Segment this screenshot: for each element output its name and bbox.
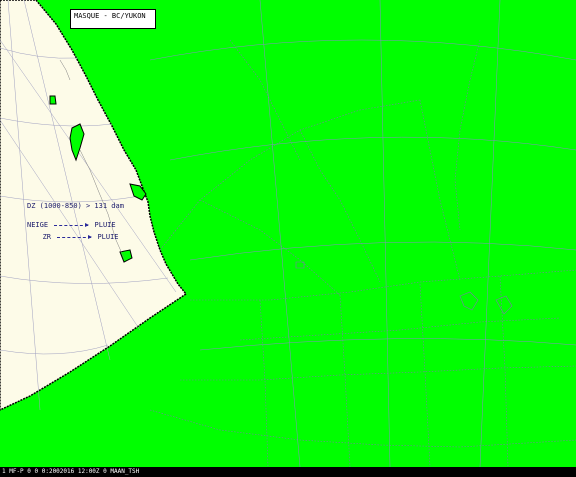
map-title: MASQUE - BC/YUKON	[70, 9, 156, 29]
arrow-icon	[57, 234, 93, 239]
map-title-text: MASQUE - BC/YUKON	[74, 12, 146, 20]
legend-criterion: DZ (1000-850) > 131 dam	[27, 202, 124, 211]
map-frame: MASQUE - BC/YUKON DZ (1000-850) > 131 da…	[0, 0, 576, 477]
legend-rule: ZR PLUIE	[27, 233, 119, 242]
legend-rule-to: PLUIE	[94, 221, 116, 229]
legend-rule-to: PLUIE	[97, 233, 119, 241]
legend-rule: NEIGE PLUIE	[27, 221, 116, 230]
legend-rule-from: NEIGE	[27, 221, 49, 229]
legend-rule-from: ZR	[42, 233, 51, 241]
status-bar: 1 MF-P 0 0 0:2002016 12:00Z 0 MAAN_TSH	[0, 467, 576, 477]
arrow-icon	[54, 222, 90, 227]
legend-criterion-text: DZ (1000-850) > 131 dam	[27, 202, 124, 210]
status-bar-text: 1 MF-P 0 0 0:2002016 12:00Z 0 MAAN_TSH	[2, 468, 140, 475]
